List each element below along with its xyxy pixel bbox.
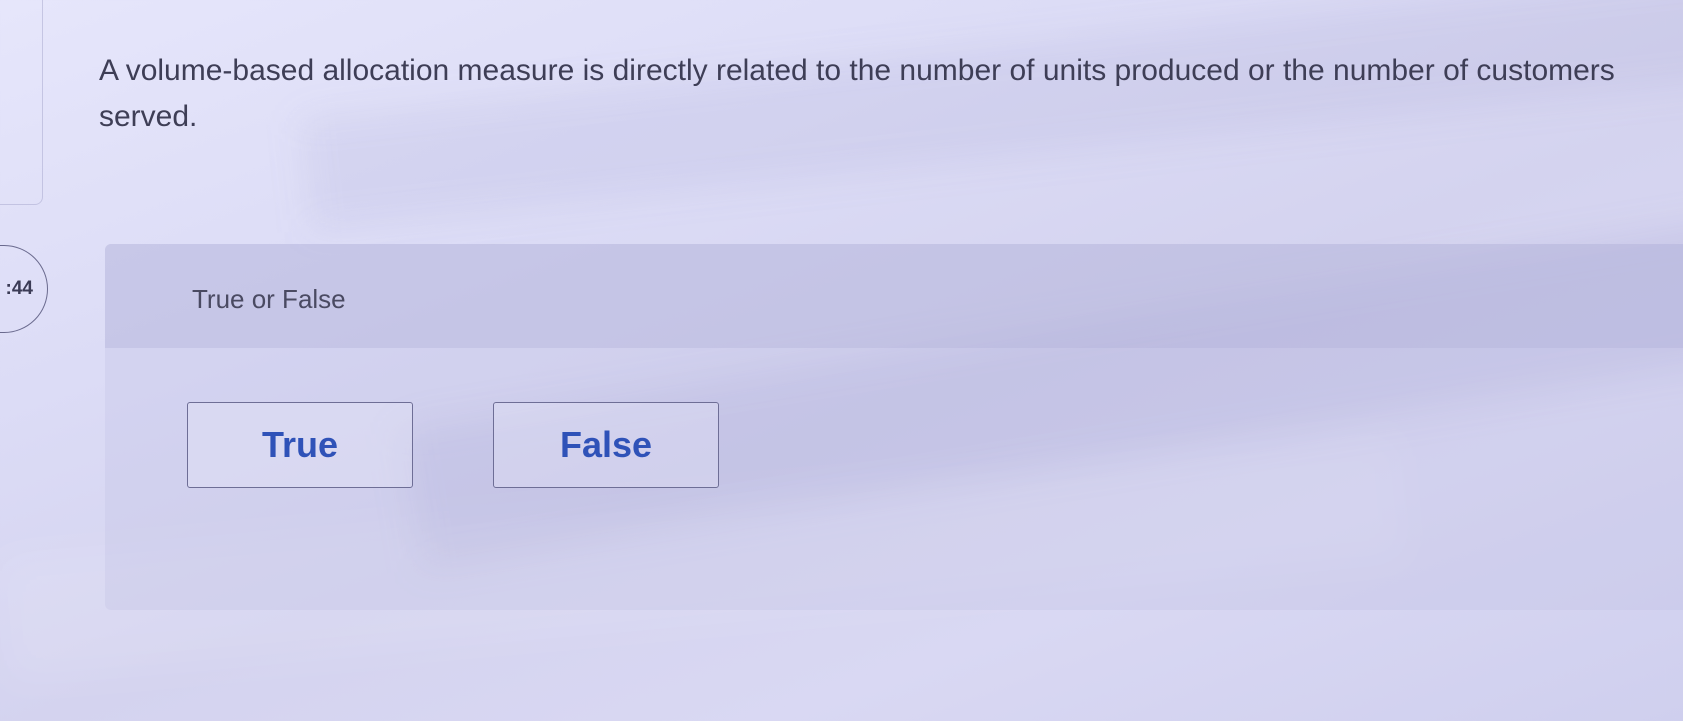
question-type-prompt: True or False [192, 284, 346, 314]
true-button[interactable]: True [187, 402, 413, 488]
answer-panel-header: True or False [105, 244, 1683, 348]
left-side-panel-edge [0, 0, 43, 205]
timer-badge: :44 [0, 245, 48, 333]
question-text: A volume-based allocation measure is dir… [99, 54, 1615, 133]
answer-panel: True or False True False [105, 244, 1683, 610]
false-button[interactable]: False [493, 402, 719, 488]
timer-label: :44 [5, 278, 33, 299]
